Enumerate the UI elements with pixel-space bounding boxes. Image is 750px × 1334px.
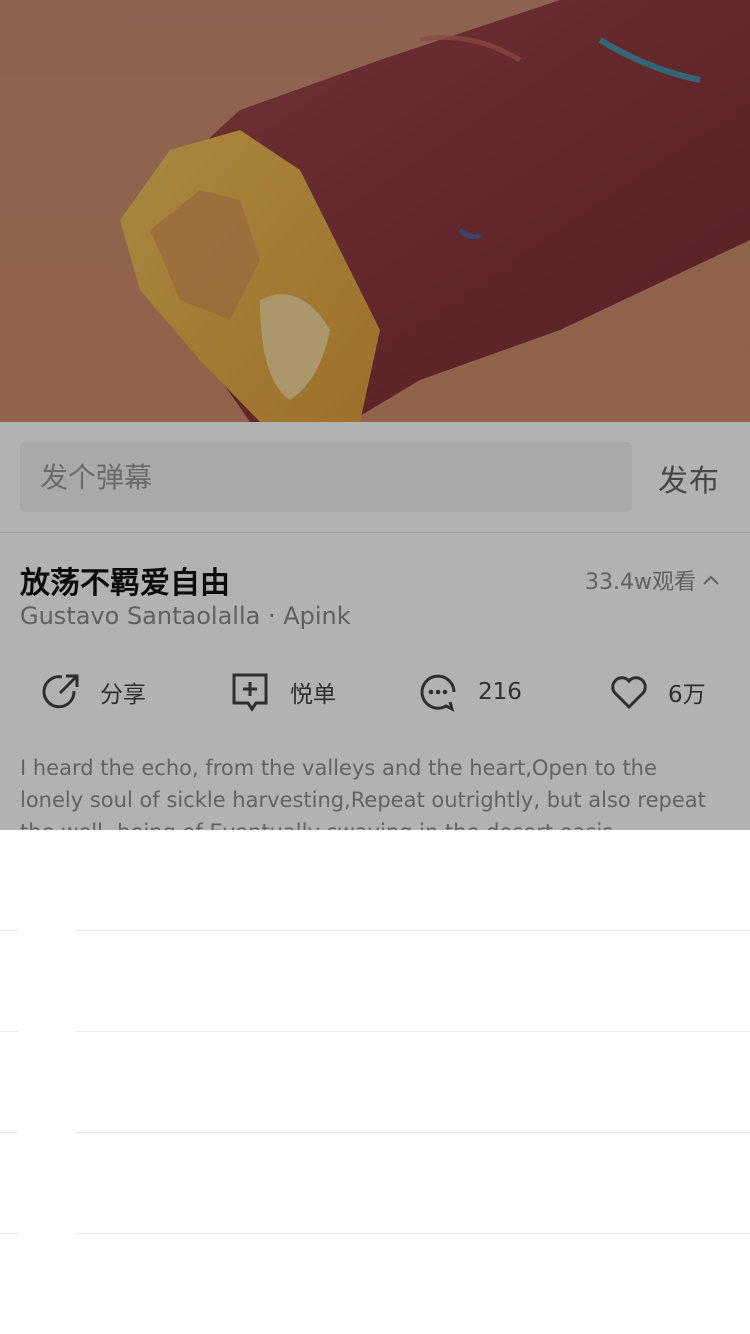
row-divider bbox=[0, 930, 750, 931]
view-count-toggle[interactable]: 33.4w观看 bbox=[585, 564, 720, 596]
chevron-up-icon bbox=[703, 575, 719, 585]
song-description: I heard the echo, from the valleys and t… bbox=[20, 756, 706, 830]
list-item-thumbnail bbox=[18, 1122, 76, 1222]
action-row: 分享 悦单 216 6万 bbox=[0, 662, 750, 722]
comment-icon bbox=[420, 674, 456, 712]
share-button[interactable]: 分享 bbox=[40, 662, 146, 722]
share-icon bbox=[42, 674, 79, 709]
comment-button[interactable]: 216 bbox=[418, 662, 522, 722]
row-divider bbox=[0, 1233, 750, 1234]
bottom-sheet-list bbox=[0, 830, 750, 1334]
video-cover-image[interactable] bbox=[0, 0, 750, 422]
share-label: 分享 bbox=[100, 682, 146, 708]
add-playlist-label: 悦单 bbox=[290, 682, 336, 708]
publish-button[interactable]: 发布 bbox=[658, 456, 720, 500]
comment-count: 216 bbox=[478, 679, 522, 705]
danmaku-bar: 发布 bbox=[0, 422, 750, 533]
view-count: 33.4w观看 bbox=[585, 570, 696, 595]
song-title: 放荡不羁爱自由 bbox=[20, 566, 230, 601]
list-item-thumbnail bbox=[18, 920, 76, 1020]
chocolate-bar-illustration bbox=[120, 0, 750, 422]
artist-names[interactable]: Gustavo Santaolalla · Apink bbox=[20, 602, 351, 630]
like-count: 6万 bbox=[668, 682, 706, 708]
add-playlist-icon bbox=[232, 673, 268, 712]
add-playlist-button[interactable]: 悦单 bbox=[230, 662, 336, 722]
row-divider bbox=[0, 1031, 750, 1032]
heart-icon bbox=[611, 676, 647, 710]
list-item-thumbnail bbox=[18, 1223, 76, 1323]
like-button[interactable]: 6万 bbox=[608, 662, 706, 722]
list-item-thumbnail bbox=[18, 1021, 76, 1121]
row-divider bbox=[0, 1132, 750, 1133]
video-info-sheet: 发布 放荡不羁爱自由 33.4w观看 Gustavo Santaolalla ·… bbox=[0, 422, 750, 830]
danmaku-input[interactable] bbox=[20, 442, 632, 512]
